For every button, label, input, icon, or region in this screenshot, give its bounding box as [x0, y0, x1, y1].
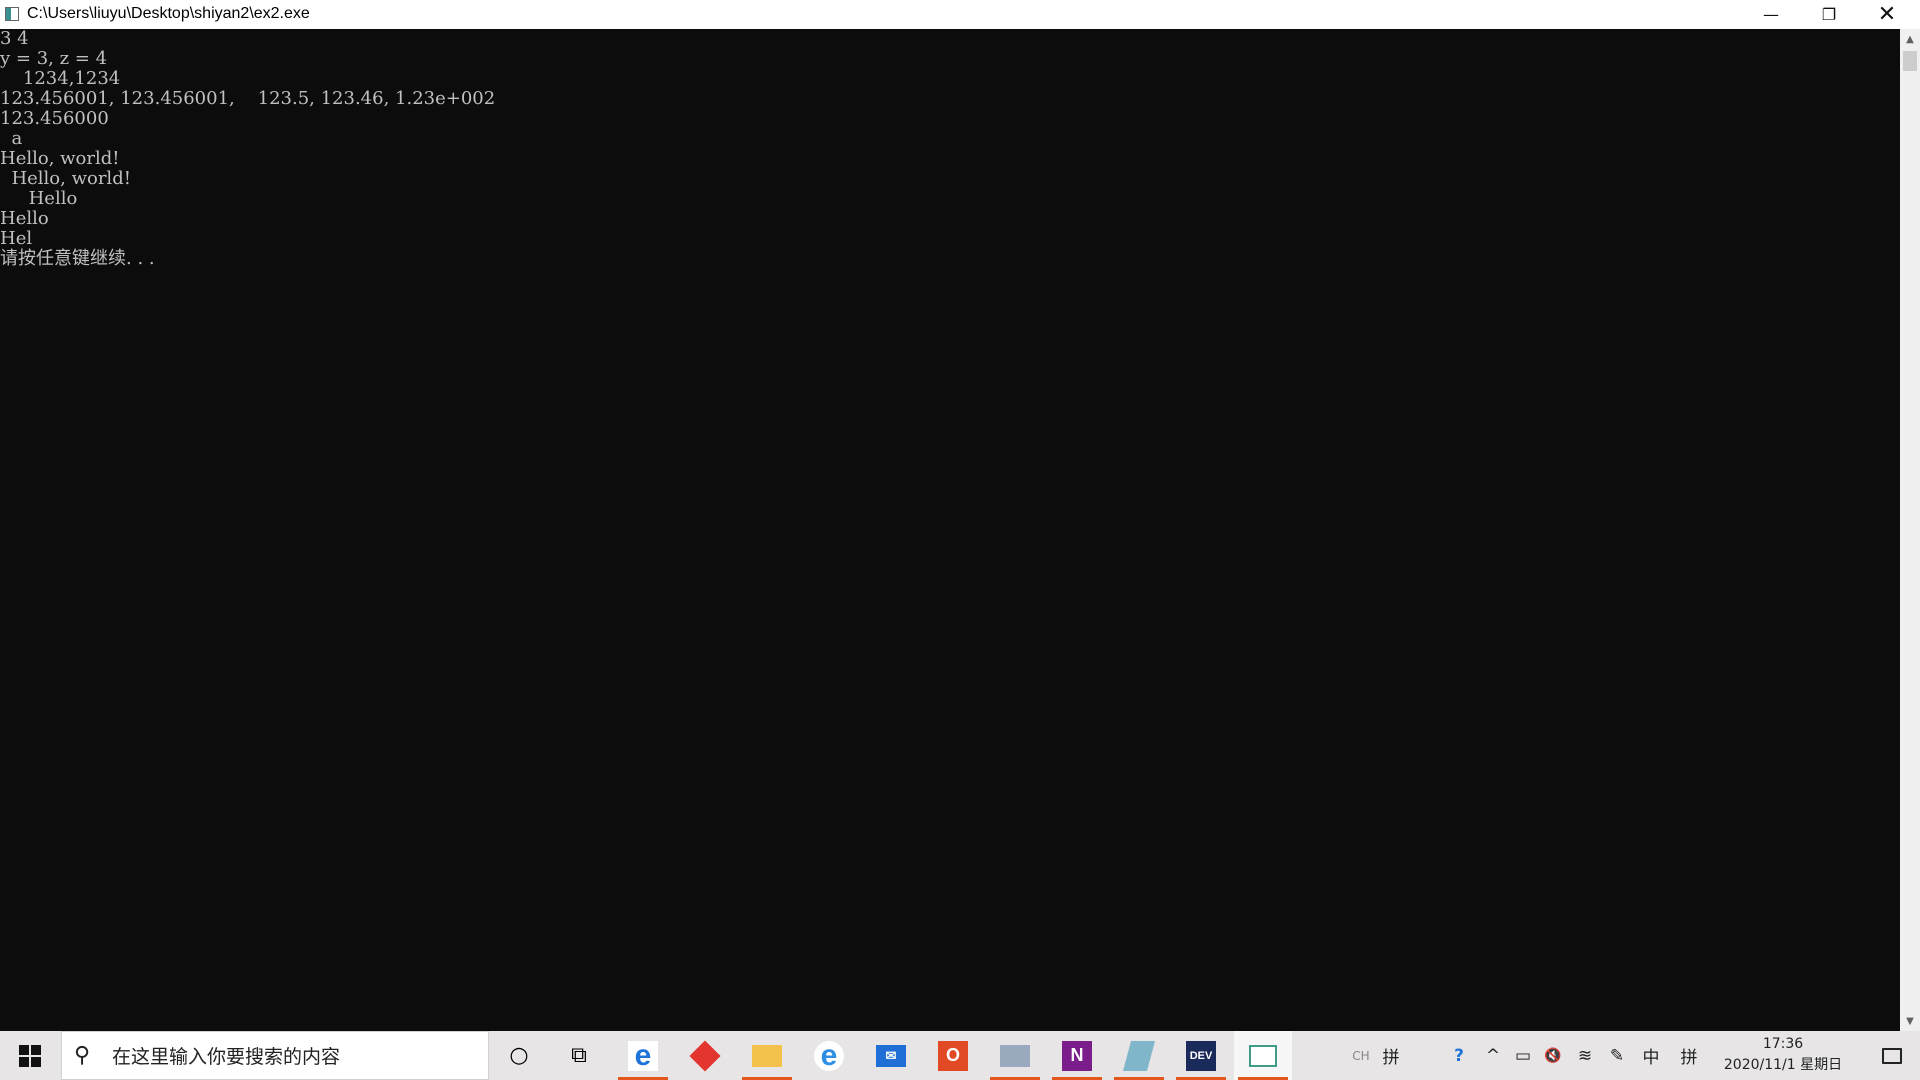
scroll-down-arrow-icon[interactable]: ▼ [1900, 1011, 1920, 1031]
volume-muted-icon[interactable]: 🔇 [1538, 1031, 1568, 1080]
cortana-icon: ○ [509, 1043, 529, 1068]
console-output[interactable]: 3 4 y = 3, z = 4 1234,1234 123.456001, 1… [0, 29, 1900, 1031]
help-icon[interactable]: ? [1444, 1031, 1474, 1080]
battery-icon[interactable]: ▭ [1508, 1031, 1538, 1080]
console-line: 请按任意键继续. . . [0, 248, 155, 269]
task-view-button[interactable]: ⧉ [550, 1031, 608, 1080]
ime-toolbar-icon[interactable]: 拼 [1376, 1031, 1406, 1080]
paint-icon [1000, 1044, 1030, 1067]
notepad-icon [1122, 1040, 1156, 1071]
taskbar-app-console[interactable] [1234, 1031, 1292, 1080]
console-line: 1234,1234 [0, 68, 121, 89]
console-app-icon [5, 7, 19, 21]
cortana-button[interactable]: ○ [490, 1031, 548, 1080]
wifi-icon[interactable]: ≋ [1570, 1031, 1600, 1080]
taskbar-app-notepad[interactable] [1110, 1031, 1168, 1080]
window-title: C:\Users\liuyu\Desktop\shiyan2\ex2.exe [27, 5, 310, 22]
console-line: 3 4 [0, 28, 29, 49]
internet-explorer-icon: e [814, 1039, 844, 1072]
taskbar-app-mail[interactable]: ✉ [862, 1031, 920, 1080]
clock-time: 17:36 [1762, 1036, 1804, 1052]
task-view-icon: ⧉ [571, 1043, 587, 1068]
mail-icon: ✉ [876, 1044, 906, 1067]
windows-logo-icon [19, 1044, 41, 1067]
input-mode-ch[interactable]: CH [1346, 1031, 1376, 1080]
taskbar-app-devcpp[interactable]: DEV [1172, 1031, 1230, 1080]
pen-icon[interactable]: ✎ [1602, 1031, 1632, 1080]
taskbar: ⚲ 在这里输入你要搜索的内容 ○ ⧉ e e ✉ O N DEV CH 拼 ? … [0, 1031, 1920, 1080]
edge-icon: e [628, 1039, 658, 1072]
console-line: 123.456001, 123.456001, 123.5, 123.46, 1… [0, 88, 496, 109]
clock-date: 2020/11/1 星期日 [1723, 1057, 1843, 1073]
devcpp-icon: DEV [1186, 1040, 1216, 1071]
onenote-icon: N [1062, 1040, 1092, 1071]
console-line: Hello [0, 188, 78, 209]
scrollbar-thumb[interactable] [1903, 51, 1917, 71]
console-line: y = 3, z = 4 [0, 48, 108, 69]
console-line: 123.456000 [0, 108, 109, 129]
ime-mode-icon[interactable]: 拼 [1674, 1031, 1704, 1080]
office-icon: O [938, 1040, 968, 1071]
search-icon: ⚲ [74, 1043, 91, 1068]
taskbar-clock[interactable]: 17:36 2020/11/1 星期日 [1713, 1034, 1853, 1076]
console-window-icon [1249, 1044, 1277, 1067]
taskbar-app-edge[interactable]: e [614, 1031, 672, 1080]
chevron-up-icon[interactable]: ^ [1478, 1031, 1508, 1080]
start-button[interactable] [0, 1031, 60, 1080]
taskbar-search-box[interactable]: ⚲ 在这里输入你要搜索的内容 [61, 1031, 489, 1080]
taskbar-app-office[interactable]: O [924, 1031, 982, 1080]
console-line: Hello, world! [0, 148, 120, 169]
file-explorer-icon [752, 1044, 782, 1067]
console-line: Hello [0, 208, 49, 229]
taskbar-app-red-diamond[interactable] [676, 1031, 734, 1080]
console-line: a [0, 128, 23, 149]
minimize-button[interactable]: — [1742, 0, 1800, 29]
window-titlebar[interactable]: C:\Users\liuyu\Desktop\shiyan2\ex2.exe —… [0, 0, 1920, 29]
action-center-button[interactable] [1864, 1031, 1920, 1080]
console-line: Hel [0, 228, 33, 249]
taskbar-app-internet-explorer[interactable]: e [800, 1031, 858, 1080]
notification-icon [1882, 1047, 1902, 1064]
search-placeholder: 在这里输入你要搜索的内容 [112, 1046, 341, 1068]
taskbar-app-onenote[interactable]: N [1048, 1031, 1106, 1080]
language-indicator[interactable]: 中 [1636, 1031, 1666, 1080]
scroll-up-arrow-icon[interactable]: ▲ [1900, 29, 1920, 49]
taskbar-app-paint[interactable] [986, 1031, 1044, 1080]
restore-button[interactable]: ❐ [1800, 0, 1858, 29]
close-button[interactable]: ✕ [1858, 0, 1916, 29]
taskbar-app-file-explorer[interactable] [738, 1031, 796, 1080]
red-diamond-app-icon [689, 1039, 721, 1072]
console-line: Hello, world! [0, 168, 131, 189]
vertical-scrollbar[interactable]: ▲ ▼ [1900, 29, 1920, 1031]
